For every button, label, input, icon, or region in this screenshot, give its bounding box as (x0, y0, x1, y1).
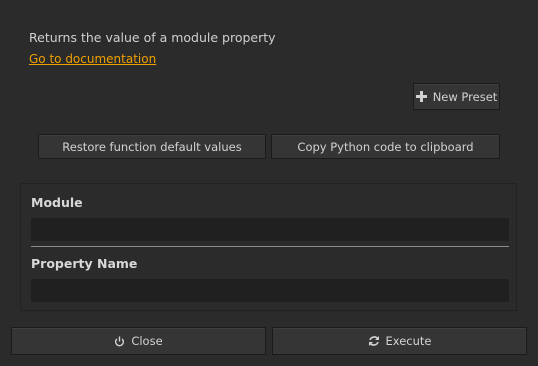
property-name-input[interactable] (31, 279, 509, 302)
module-label: Module (31, 195, 83, 210)
documentation-link[interactable]: Go to documentation (29, 52, 156, 66)
new-preset-button[interactable]: New Preset (413, 83, 500, 110)
new-preset-label: New Preset (432, 89, 498, 104)
copy-python-label: Copy Python code to clipboard (297, 139, 474, 154)
restore-defaults-button[interactable]: Restore function default values (38, 134, 266, 159)
execute-button[interactable]: Execute (272, 327, 527, 355)
execute-label: Execute (385, 334, 432, 348)
function-description: Returns the value of a module property (29, 30, 276, 45)
parameters-panel: Module Property Name (20, 183, 517, 311)
restore-defaults-label: Restore function default values (62, 139, 242, 154)
refresh-icon (368, 335, 380, 347)
power-icon (114, 335, 125, 347)
property-name-label: Property Name (31, 256, 138, 271)
plus-icon (415, 91, 427, 102)
copy-python-button[interactable]: Copy Python code to clipboard (271, 134, 500, 159)
close-button[interactable]: Close (11, 327, 266, 355)
module-input[interactable] (31, 218, 509, 241)
close-label: Close (131, 334, 163, 348)
param-separator (31, 246, 509, 247)
